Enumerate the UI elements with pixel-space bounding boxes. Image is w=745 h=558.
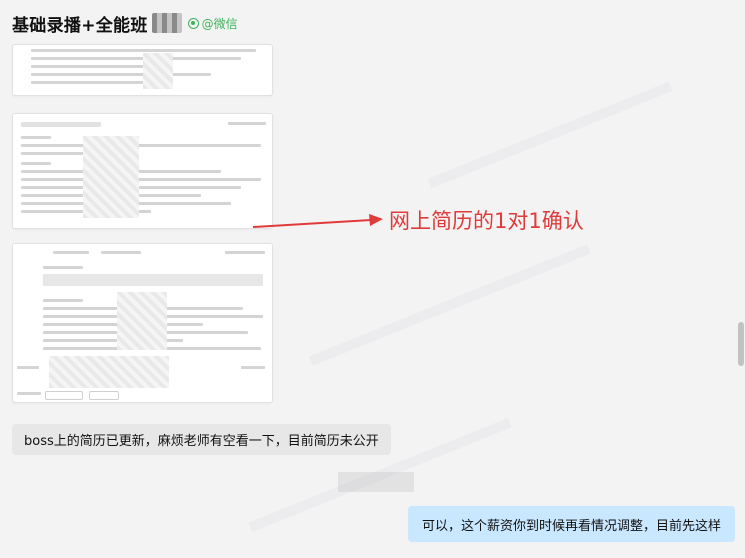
wechat-source-label: @微信: [201, 16, 238, 31]
redacted-name: [151, 13, 182, 33]
message-text: boss上的简历已更新，麻烦老师有空看一下，目前简历未公开: [24, 434, 379, 449]
resume-image-3[interactable]: [12, 243, 273, 403]
resume-image-1[interactable]: [12, 44, 273, 96]
message-bubble-incoming[interactable]: boss上的简历已更新，麻烦老师有空看一下，目前简历未公开: [12, 424, 391, 455]
watermark: [427, 81, 673, 189]
message-bubble-outgoing[interactable]: 可以，这个薪资你到时候再看情况调整，目前先这样: [407, 506, 735, 542]
scrollbar-thumb[interactable]: [738, 322, 744, 366]
annotation-text: 网上简历的1对1确认: [389, 209, 584, 233]
resume-image-2[interactable]: [12, 113, 273, 229]
chat-title[interactable]: 基础录播+全能班: [12, 11, 148, 36]
arrow-right-icon: [253, 214, 383, 228]
wechat-icon: [187, 17, 199, 29]
chat-header: 基础录播+全能班 @微信: [0, 0, 745, 46]
message-text: 可以，这个薪资你到时候再看情况调整，目前先这样: [421, 518, 721, 534]
redacted-block: [338, 472, 414, 492]
watermark: [309, 244, 591, 366]
